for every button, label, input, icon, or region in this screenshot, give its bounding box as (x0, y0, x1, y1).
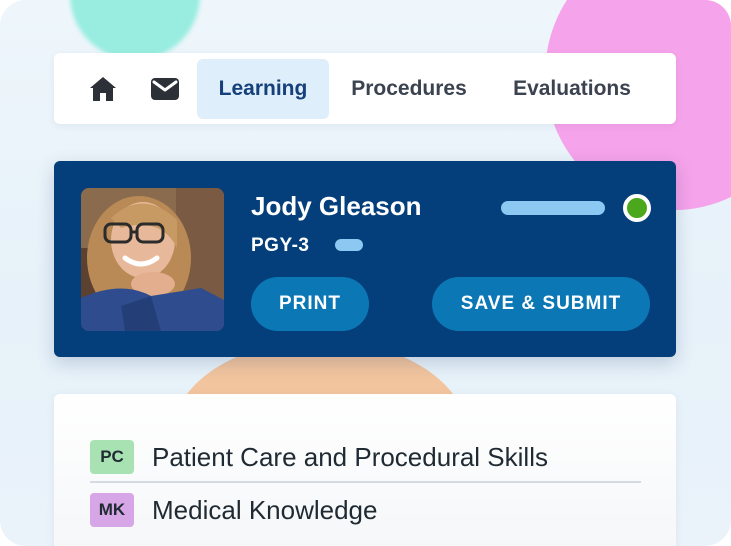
resident-name: Jody Gleason (251, 191, 422, 221)
level-indicator-pill (335, 239, 363, 251)
mail-icon[interactable] (150, 74, 180, 104)
divider (90, 481, 641, 483)
app-frame: Learning Procedures Evaluations Jody Gle… (0, 0, 731, 546)
list-item[interactable]: MK Medical Knowledge (90, 490, 377, 530)
status-online-indicator (623, 194, 651, 222)
competency-badge: PC (90, 440, 134, 474)
save-submit-button[interactable]: SAVE & SUBMIT (432, 277, 650, 331)
top-nav: Learning Procedures Evaluations (54, 53, 676, 124)
tab-evaluations[interactable]: Evaluations (500, 59, 644, 119)
home-icon[interactable] (88, 74, 118, 104)
status-progress-bar (501, 201, 605, 215)
tab-learning[interactable]: Learning (197, 59, 329, 119)
avatar (81, 188, 224, 331)
decorative-blob (70, 0, 200, 60)
resident-level: PGY-3 (251, 235, 310, 256)
competency-list: PC Patient Care and Procedural Skills MK… (54, 394, 676, 546)
tab-procedures[interactable]: Procedures (340, 59, 478, 119)
list-item[interactable]: PC Patient Care and Procedural Skills (90, 437, 548, 477)
competency-label: Patient Care and Procedural Skills (152, 441, 548, 472)
resident-profile-card: Jody Gleason PGY-3 PRINT SAVE & SUBMIT (54, 161, 676, 357)
competency-badge: MK (90, 493, 134, 527)
print-button[interactable]: PRINT (251, 277, 369, 331)
competency-label: Medical Knowledge (152, 494, 378, 525)
